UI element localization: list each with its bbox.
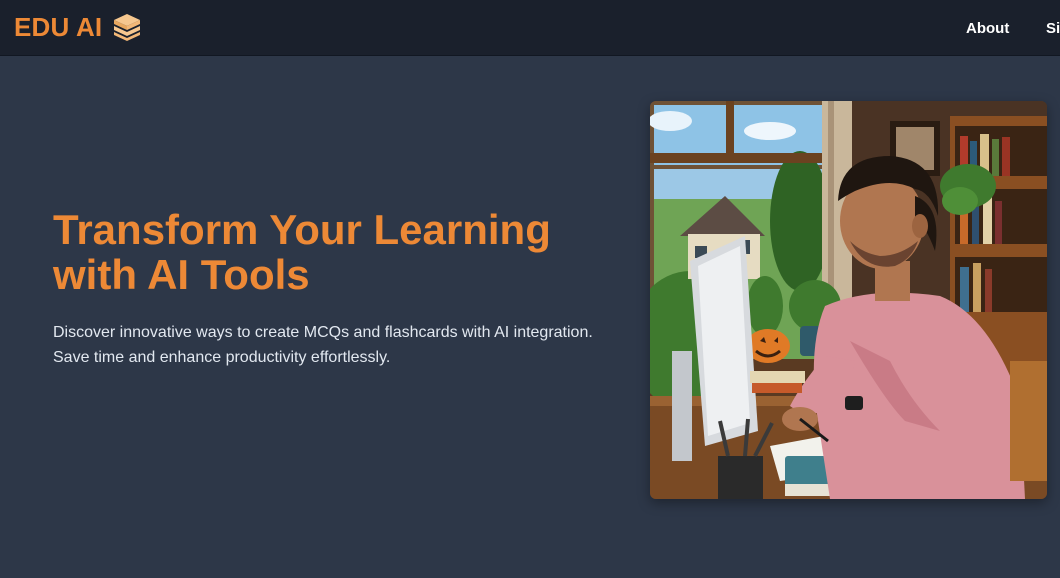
student-at-computer-illustration bbox=[650, 101, 1047, 499]
hero-title: Transform Your Learning with AI Tools bbox=[53, 207, 643, 297]
brand-logo-link[interactable]: EDU AI bbox=[14, 10, 144, 44]
top-navbar: EDU AI About Si bbox=[0, 0, 1060, 56]
hero-title-line-1: Transform Your Learning bbox=[53, 206, 551, 253]
nav-item-signin: Si bbox=[1046, 0, 1060, 56]
hero-description: Discover innovative ways to create MCQs … bbox=[53, 320, 653, 370]
hero-image bbox=[650, 101, 1047, 499]
hero-description-line-1: Discover innovative ways to create MCQs … bbox=[53, 324, 593, 341]
stacked-layers-icon bbox=[114, 14, 141, 41]
hero-title-line-2: with AI Tools bbox=[53, 251, 310, 298]
nav-item-about: About bbox=[966, 0, 1009, 56]
brand-name: EDU AI bbox=[14, 11, 103, 42]
nav-link-about[interactable]: About bbox=[966, 20, 1009, 37]
hero-description-line-2: Save time and enhance productivity effor… bbox=[53, 349, 391, 366]
nav-link-signin[interactable]: Si bbox=[1046, 20, 1060, 37]
